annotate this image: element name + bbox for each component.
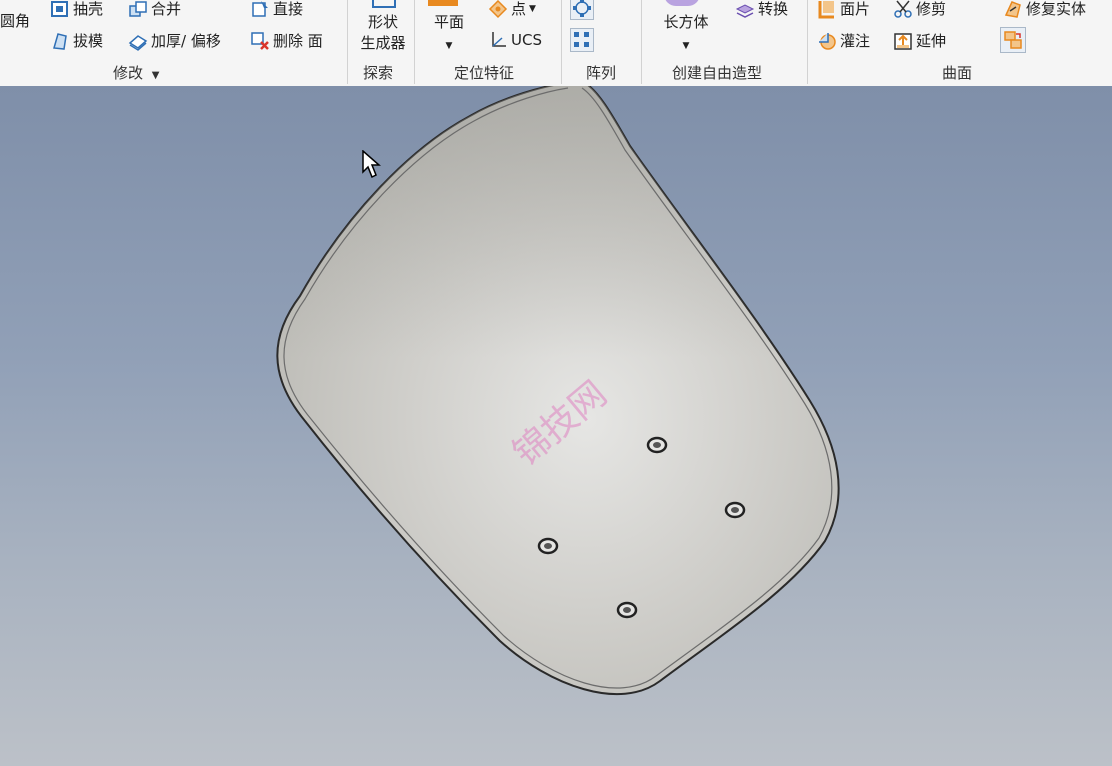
separator xyxy=(807,0,808,84)
ribbon-toolbar: 圆角 抽壳 合并 直接 拔模 加厚/ 偏移 删除 面 修改 ▼ 形状 生成器 探… xyxy=(0,0,1112,87)
draft-label: 拔模 xyxy=(73,32,104,50)
shell-icon xyxy=(50,0,70,19)
patch-button[interactable]: 面片 xyxy=(817,0,870,19)
modify-group-menu[interactable]: 修改 ▼ xyxy=(113,62,160,83)
copy-object-button[interactable] xyxy=(1000,27,1026,53)
graphics-viewport[interactable]: 锦技网 xyxy=(0,86,1112,766)
copy-object-icon xyxy=(1003,30,1023,50)
sculpt-button[interactable]: 灌注 xyxy=(817,30,870,51)
freeform-box-label: 长方体 xyxy=(663,13,709,31)
delete-face-icon xyxy=(250,31,270,51)
chevron-down-icon: ▼ xyxy=(151,70,160,81)
draft-icon xyxy=(50,31,70,51)
repair-bodies-icon xyxy=(1003,0,1023,19)
shape-generator-icon xyxy=(372,0,396,8)
freeform-box-button[interactable]: 长方体 ▼ xyxy=(654,12,718,57)
repair-bodies-label: 修复实体 xyxy=(1026,0,1087,18)
surface-group-label: 曲面 xyxy=(942,64,973,82)
rectangular-pattern-button[interactable] xyxy=(570,28,594,52)
scissors-icon xyxy=(893,0,913,19)
box-icon xyxy=(664,0,700,6)
fillet-button[interactable]: 圆角 xyxy=(0,10,30,31)
plane-button[interactable]: 平面 ▼ xyxy=(424,12,474,57)
plane-label: 平面 xyxy=(433,13,464,31)
direct-edit-button[interactable]: 直接 xyxy=(250,0,303,19)
combine-button[interactable]: 合并 xyxy=(128,0,181,19)
repair-bodies-button[interactable]: 修复实体 xyxy=(1003,0,1086,19)
convert-button[interactable]: 转换 xyxy=(735,0,788,19)
sculpt-icon xyxy=(817,31,837,51)
trim-label: 修剪 xyxy=(916,0,947,18)
delete-face-button[interactable]: 删除 面 xyxy=(250,30,323,51)
separator xyxy=(641,0,642,84)
shell-button[interactable]: 抽壳 xyxy=(50,0,103,19)
circular-pattern-icon xyxy=(572,0,592,18)
chevron-down-icon: ▼ xyxy=(445,41,453,51)
plane-icon xyxy=(428,0,458,6)
convert-icon xyxy=(735,0,755,19)
sculpt-label: 灌注 xyxy=(840,32,871,50)
point-label: 点 xyxy=(511,0,527,18)
direct-edit-label: 直接 xyxy=(273,0,304,18)
delete-face-label: 删除 面 xyxy=(273,32,323,50)
extend-icon xyxy=(893,31,913,51)
work-features-group-label: 定位特征 xyxy=(454,64,515,82)
mouse-pointer-icon xyxy=(362,149,382,184)
freeform-group-label: 创建自由造型 xyxy=(672,64,763,82)
convert-label: 转换 xyxy=(758,0,789,18)
separator xyxy=(347,0,348,84)
ucs-button[interactable]: UCS xyxy=(488,30,542,50)
extend-button[interactable]: 延伸 xyxy=(893,30,946,51)
explore-group-label: 探索 xyxy=(363,64,394,82)
thicken-icon xyxy=(128,31,148,51)
draft-button[interactable]: 拔模 xyxy=(50,30,103,51)
point-icon xyxy=(488,0,508,19)
patch-icon xyxy=(817,0,837,19)
combine-icon xyxy=(128,0,148,19)
model-canvas xyxy=(276,86,840,696)
extend-label: 延伸 xyxy=(916,32,947,50)
chevron-down-icon: ▼ xyxy=(529,3,536,14)
fillet-label: 圆角 xyxy=(0,12,31,30)
point-button[interactable]: 点 ▼ xyxy=(488,0,536,19)
pattern-group-label: 阵列 xyxy=(586,64,617,82)
ucs-label: UCS xyxy=(511,31,542,49)
thicken-offset-button[interactable]: 加厚/ 偏移 xyxy=(128,30,221,51)
combine-label: 合并 xyxy=(151,0,182,18)
separator xyxy=(561,0,562,84)
direct-edit-icon xyxy=(250,0,270,19)
rectangular-pattern-icon xyxy=(572,30,592,50)
patch-label: 面片 xyxy=(840,0,871,18)
shell-label: 抽壳 xyxy=(73,0,104,18)
thicken-label: 加厚/ 偏移 xyxy=(151,32,221,50)
separator xyxy=(414,0,415,84)
chevron-down-icon: ▼ xyxy=(682,41,690,51)
shape-generator-button[interactable]: 形状 生成器 xyxy=(352,12,414,54)
circular-pattern-button[interactable] xyxy=(570,0,594,20)
modify-group-label: 修改 xyxy=(113,64,144,82)
ucs-axis-icon xyxy=(488,30,508,50)
trim-button[interactable]: 修剪 xyxy=(893,0,946,19)
